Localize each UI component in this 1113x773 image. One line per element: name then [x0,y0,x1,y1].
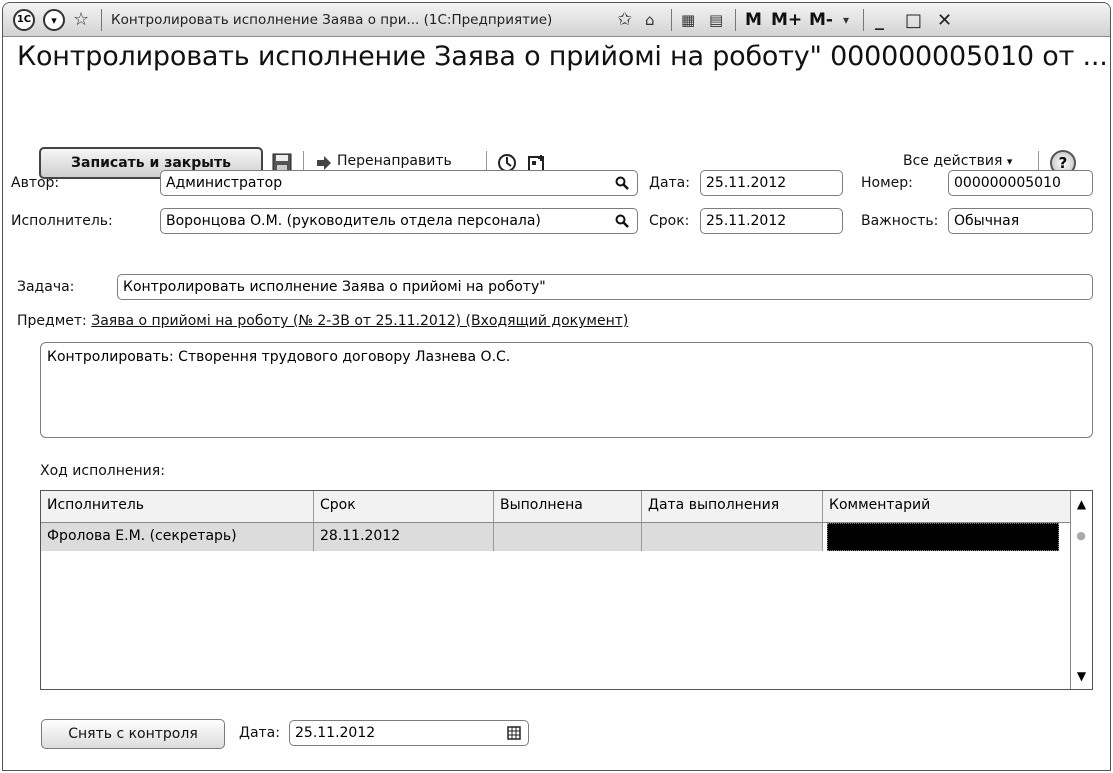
title-bar: 1C ▾ ☆ Контролировать исполнение Заява о… [3,3,1110,37]
number-label: Номер: [861,175,913,191]
cell-comment[interactable] [827,523,1059,551]
search-icon[interactable] [611,209,633,233]
importance-label: Важность: [861,213,939,229]
menu-chevron-icon[interactable]: ▾ [843,3,849,37]
task-label: Задача: [17,279,75,295]
calculator-icon[interactable]: ▦ [681,3,695,37]
author-label: Автор: [11,175,60,191]
all-actions-label: Все действия [903,153,1003,169]
table-row[interactable]: Фролова Е.М. (секретарь) 28.11.2012 [41,523,1071,551]
column-header-executor[interactable]: Исполнитель [41,491,314,522]
date-field[interactable]: 25.11.2012 [700,170,843,196]
maximize-button[interactable]: □ [905,3,922,37]
column-header-done-date[interactable]: Дата выполнения [642,491,823,522]
footer-date-field[interactable]: 25.11.2012 [289,720,529,746]
date-label: Дата: [649,175,690,191]
memory-plus-button[interactable]: M+ [771,3,802,37]
column-header-deadline[interactable]: Срок [314,491,494,522]
memory-minus-button[interactable]: M- [809,3,833,37]
calendar-icon[interactable] [503,721,525,745]
task-field[interactable]: Контролировать исполнение Заява о прийом… [117,274,1093,300]
subject-link[interactable]: Заява о прийомі на роботу (№ 2-3В от 25.… [91,313,628,329]
chevron-down-icon[interactable]: ▾ [43,3,65,37]
window-title-text: Контролировать исполнение Заява о при...… [111,12,553,28]
subject-row: Предмет: Заява о прийомі на роботу (№ 2-… [17,313,628,329]
cell-executor[interactable]: Фролова Е.М. (секретарь) [41,523,314,551]
remove-control-button[interactable]: Снять с контроля [41,719,225,749]
bookmark-star-icon[interactable]: ✩ [617,3,632,37]
column-header-done[interactable]: Выполнена [494,491,642,522]
cell-done-date[interactable] [642,523,823,551]
document-window: 1C ▾ ☆ Контролировать исполнение Заява о… [2,2,1111,771]
calendar-icon[interactable]: ▤ [709,3,723,37]
progress-table: Исполнитель Срок Выполнена Дата выполнен… [40,490,1093,690]
cell-done[interactable] [494,523,642,551]
close-button[interactable]: ✕ [937,3,952,37]
search-icon[interactable] [611,171,633,195]
cell-deadline[interactable]: 28.11.2012 [314,523,494,551]
executor-field[interactable]: Воронцова О.М. (руководитель отдела перс… [160,208,638,234]
memory-button[interactable]: M [745,3,762,37]
scroll-down-icon[interactable]: ▼ [1071,665,1092,687]
author-field[interactable]: Администратор [160,170,638,196]
all-actions-menu[interactable]: Все действия ▾ [903,153,1012,169]
page-title: Контролировать исполнение Заява о прийом… [17,41,1107,72]
minimize-button[interactable]: _ [875,3,884,37]
executor-label: Исполнитель: [11,213,113,229]
table-header: Исполнитель Срок Выполнена Дата выполнен… [41,491,1071,523]
window-title: Контролировать исполнение Заява о при...… [111,3,552,37]
favorite-star-icon[interactable]: ☆ [73,3,89,37]
subject-label: Предмет: [17,313,87,329]
deadline-field[interactable]: 25.11.2012 [700,208,843,234]
description-textarea[interactable]: Контролировать: Створення трудового дого… [40,342,1093,438]
1c-logo-icon[interactable]: 1C [13,3,35,37]
table-scrollbar[interactable]: ▲ ● ▼ [1070,491,1092,689]
number-field[interactable]: 000000005010 [948,170,1093,196]
scroll-thumb[interactable]: ● [1074,529,1088,543]
column-header-comment[interactable]: Комментарий [823,491,1071,522]
importance-field[interactable]: Обычная [948,208,1093,234]
progress-label: Ход исполнения: [40,463,165,479]
footer-date-label: Дата: [239,725,280,741]
deadline-label: Срок: [649,213,690,229]
home-icon[interactable]: ⌂ [645,3,655,37]
chevron-down-icon: ▾ [1006,155,1013,168]
scroll-up-icon[interactable]: ▲ [1071,493,1092,515]
redirect-button[interactable]: Перенаправить [337,153,452,169]
